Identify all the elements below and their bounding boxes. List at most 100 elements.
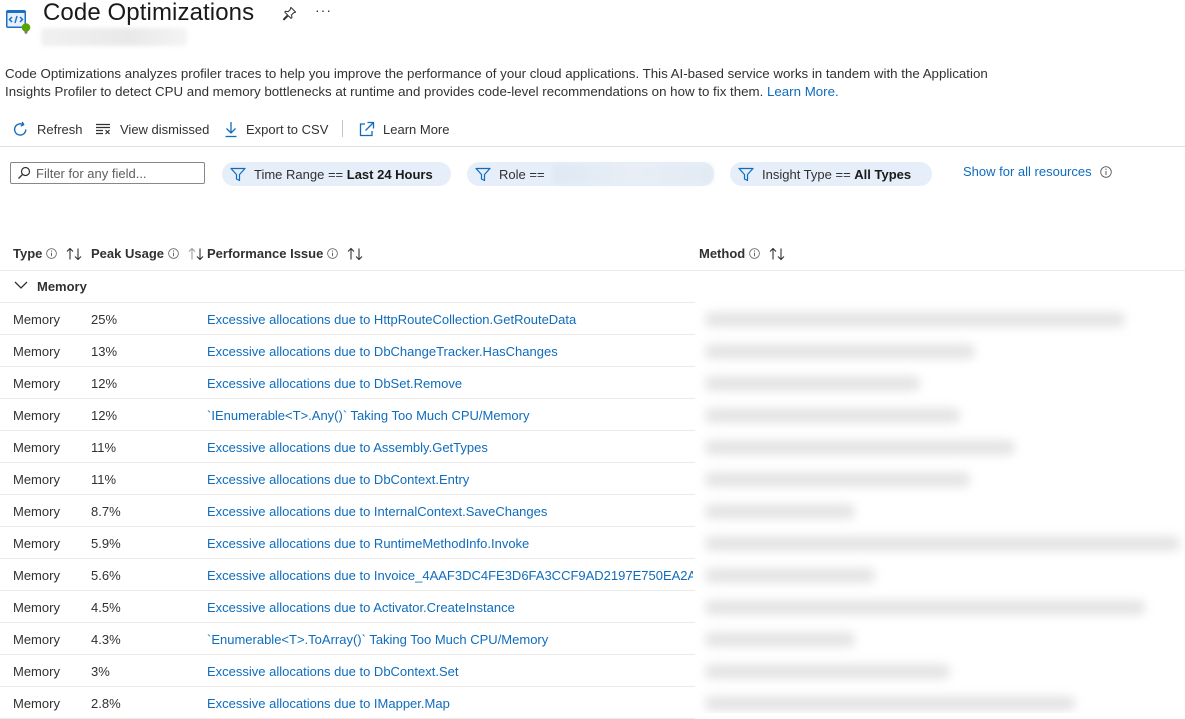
table-row[interactable]: Memory 4.3% `Enumerable<T>.ToArray()` Taki…: [0, 623, 695, 655]
filter-icon: [475, 167, 491, 181]
redacted-method: [705, 568, 875, 583]
cell-type: Memory: [13, 696, 60, 711]
cell-type: Memory: [13, 504, 60, 519]
table-row[interactable]: Memory 13% Excessive allocations due to Db…: [0, 335, 695, 367]
cell-performance-issue-link[interactable]: Excessive allocations due to InternalCon…: [207, 504, 693, 519]
cell-performance-issue-link[interactable]: Excessive allocations due to HttpRouteCo…: [207, 312, 693, 327]
filter-search-box[interactable]: [10, 162, 205, 184]
cell-type: Memory: [13, 312, 60, 327]
group-header-memory[interactable]: Memory: [0, 271, 695, 303]
cell-type: Memory: [13, 632, 60, 647]
cell-performance-issue-link[interactable]: `Enumerable<T>.ToArray()` Taking Too Muc…: [207, 632, 693, 647]
cell-type: Memory: [13, 440, 60, 455]
refresh-button[interactable]: Refresh: [12, 118, 83, 140]
cell-performance-issue-link[interactable]: Excessive allocations due to IMapper.Map: [207, 696, 693, 711]
pin-icon[interactable]: [282, 6, 297, 21]
cell-performance-issue-link[interactable]: Excessive allocations due to Activator.C…: [207, 600, 693, 615]
cell-performance-issue-link[interactable]: Excessive allocations due to DbContext.S…: [207, 664, 693, 679]
role-filter-pill[interactable]: Role ==: [467, 162, 714, 186]
filter-search-input[interactable]: [36, 165, 196, 181]
sort-icon[interactable]: [769, 247, 785, 261]
cell-peak-usage: 4.3%: [91, 632, 121, 647]
redacted-method: [705, 664, 950, 679]
redacted-method: [705, 344, 975, 359]
column-header-method-label: Method: [699, 246, 746, 261]
table-row[interactable]: Memory 11% Excessive allocations due to As…: [0, 431, 695, 463]
cell-type: Memory: [13, 536, 60, 551]
group-label: Memory: [37, 279, 87, 294]
redacted-method: [705, 440, 1015, 455]
column-header-type-label: Type: [13, 246, 43, 261]
sort-descending-icon[interactable]: [188, 247, 204, 261]
cell-performance-issue-link[interactable]: Excessive allocations due to DbContext.E…: [207, 472, 693, 487]
cell-performance-issue-link[interactable]: Excessive allocations due to RuntimeMeth…: [207, 536, 693, 551]
table-row[interactable]: Memory 3% Excessive allocations due to DbC…: [0, 655, 695, 687]
cell-peak-usage: 5.9%: [91, 536, 121, 551]
refresh-icon: [13, 121, 27, 136]
table-row[interactable]: Memory 12% Excessive allocations due to Db…: [0, 367, 695, 399]
table-row[interactable]: Memory 25% Excessive allocations due to Ht…: [0, 303, 695, 335]
learn-more-link[interactable]: Learn More.: [767, 84, 839, 99]
page-description: Code Optimizations analyzes profiler tra…: [5, 65, 995, 101]
table-row[interactable]: Memory 4.5% Excessive allocations due to A…: [0, 591, 695, 623]
column-header-peak-usage-label: Peak Usage: [91, 246, 164, 261]
cell-peak-usage: 11%: [91, 472, 117, 487]
redacted-method: [705, 632, 855, 647]
table-row[interactable]: Memory 2.8% Excessive allocations due to I…: [0, 687, 695, 719]
cell-peak-usage: 3%: [91, 664, 110, 679]
table-row[interactable]: Memory 5.6% Excessive allocations due to I…: [0, 559, 695, 591]
learn-more-button[interactable]: Learn More: [358, 118, 449, 140]
cell-type: Memory: [13, 600, 60, 615]
table-row[interactable]: Memory 8.7% Excessive allocations due to I…: [0, 495, 695, 527]
filter-icon: [230, 167, 246, 181]
show-all-resources-link[interactable]: Show for all resources: [963, 164, 1112, 179]
resource-name-redacted: [41, 28, 187, 46]
insight-type-filter-pill[interactable]: Insight Type == All Types: [730, 162, 932, 186]
cell-performance-issue-link[interactable]: Excessive allocations due to Invoice_4AA…: [207, 568, 693, 583]
table-row[interactable]: Memory 11% Excessive allocations due to Db…: [0, 463, 695, 495]
cell-type: Memory: [13, 408, 60, 423]
cell-performance-issue-link[interactable]: `IEnumerable<T>.Any()` Taking Too Much C…: [207, 408, 693, 423]
cell-peak-usage: 13%: [91, 344, 118, 359]
column-header-performance-issue[interactable]: Performance Issue: [207, 246, 363, 261]
cell-type: Memory: [13, 664, 60, 679]
redacted-method: [705, 312, 1125, 327]
cell-performance-issue-link[interactable]: Excessive allocations due to DbChangeTra…: [207, 344, 693, 359]
export-csv-button[interactable]: Export to CSV: [224, 118, 328, 140]
code-optimizations-app-icon: [6, 10, 31, 34]
page-title: Code Optimizations: [43, 0, 255, 26]
filter-icon: [738, 167, 754, 181]
export-csv-label: Export to CSV: [246, 121, 329, 137]
show-all-resources-label: Show for all resources: [963, 164, 1092, 179]
info-icon: [749, 248, 760, 259]
cell-type: Memory: [13, 568, 60, 583]
role-value-redacted: [552, 164, 713, 184]
column-header-peak-usage[interactable]: Peak Usage: [91, 246, 204, 261]
cell-peak-usage: 2.8%: [91, 696, 121, 711]
sort-icon[interactable]: [66, 247, 82, 261]
view-dismissed-button[interactable]: View dismissed: [95, 118, 209, 140]
more-options-icon[interactable]: ···: [315, 2, 332, 18]
cell-type: Memory: [13, 376, 60, 391]
toolbar-divider-line: [0, 146, 1185, 147]
column-header-type[interactable]: Type: [13, 246, 82, 261]
redacted-method: [705, 696, 1075, 711]
grid-header: Type Peak Usage Performance Issue Method: [0, 242, 1185, 271]
insight-type-value: All Types: [854, 166, 912, 182]
table-row[interactable]: Memory 12% `IEnumerable<T>.Any()` Taking T…: [0, 399, 695, 431]
cell-peak-usage: 8.7%: [91, 504, 121, 519]
results-list: Memory 25% Excessive allocations due to Ht…: [0, 303, 695, 719]
column-header-performance-issue-label: Performance Issue: [207, 246, 324, 261]
cell-performance-issue-link[interactable]: Excessive allocations due to Assembly.Ge…: [207, 440, 693, 455]
sort-icon[interactable]: [347, 247, 363, 261]
toolbar-divider: [342, 120, 343, 137]
time-range-filter-pill[interactable]: Time Range == Last 24 Hours: [222, 162, 451, 186]
chevron-down-icon[interactable]: [14, 280, 28, 290]
redacted-method: [705, 408, 960, 423]
redacted-method: [705, 504, 855, 519]
learn-more-label: Learn More: [383, 121, 450, 137]
column-header-method[interactable]: Method: [699, 246, 785, 261]
command-bar: Refresh View dismissed Export to CSV Lea…: [0, 118, 470, 140]
table-row[interactable]: Memory 5.9% Excessive allocations due to R…: [0, 527, 695, 559]
cell-performance-issue-link[interactable]: Excessive allocations due to DbSet.Remov…: [207, 376, 693, 391]
